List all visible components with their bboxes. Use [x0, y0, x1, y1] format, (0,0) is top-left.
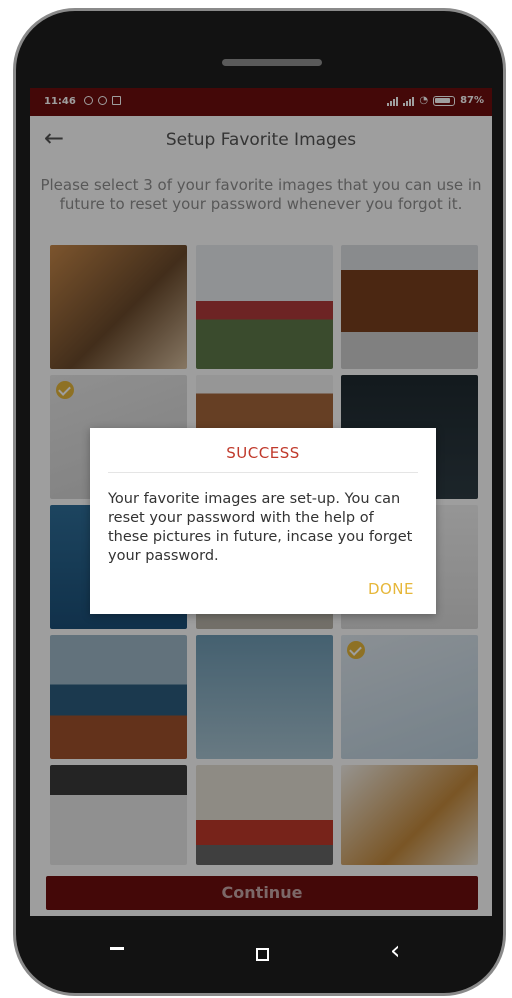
success-dialog: SUCCESS Your favorite images are set-up.…	[90, 428, 436, 614]
recents-icon[interactable]	[110, 947, 124, 950]
app-screen: 11:46 ◔ 87% ← Setup Favorite Images Plea…	[30, 88, 492, 916]
done-button[interactable]: DONE	[368, 580, 414, 598]
dialog-message: Your favorite images are set-up. You can…	[108, 491, 413, 564]
dialog-title: SUCCESS	[226, 444, 300, 462]
dialog-divider	[108, 472, 418, 473]
earpiece-speaker	[222, 59, 322, 66]
nav-back-icon[interactable]: ‹	[390, 936, 400, 966]
home-icon[interactable]	[256, 948, 269, 961]
system-navigation-bar: ‹	[30, 916, 492, 988]
